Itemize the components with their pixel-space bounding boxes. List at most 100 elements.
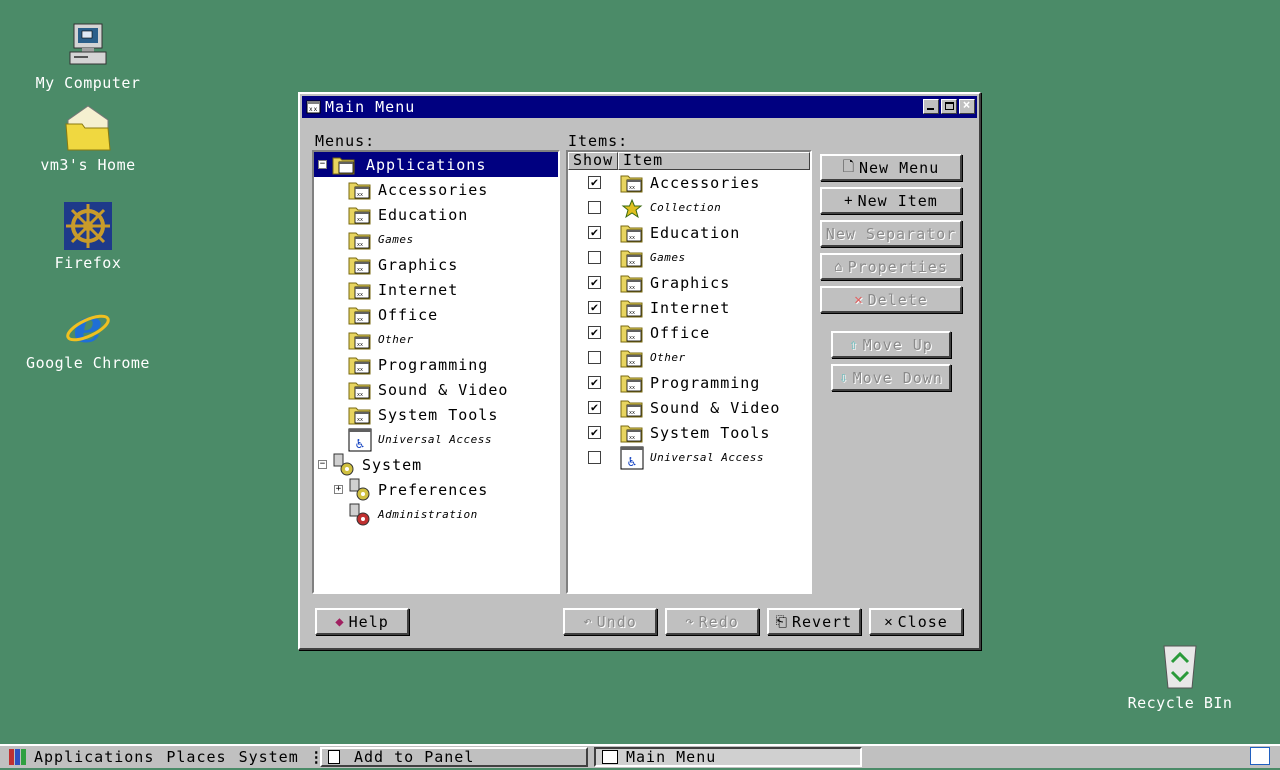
revert-button[interactable]: ⎗ Revert: [767, 608, 861, 635]
list-item[interactable]: xx Graphics: [620, 270, 730, 295]
tree-item[interactable]: xx Other: [348, 327, 414, 352]
tree-item[interactable]: xx Programming: [348, 352, 488, 377]
tree-item[interactable]: xx Sound & Video: [348, 377, 508, 402]
list-item[interactable]: xx Sound & Video: [620, 395, 780, 420]
menus-tree[interactable]: − Applications xx Accessories xx Education xx G…: [312, 150, 560, 594]
show-checkbox[interactable]: ✔: [588, 426, 601, 439]
tree-item-label: Internet: [378, 280, 459, 299]
list-item[interactable]: xx Office: [620, 320, 710, 345]
undo-button[interactable]: ↶ Undo: [563, 608, 657, 635]
show-checkbox[interactable]: ✔: [588, 226, 601, 239]
properties-button[interactable]: ⌂ Properties: [820, 253, 962, 280]
close-x-icon: ✕: [884, 613, 894, 630]
maximize-button[interactable]: [941, 99, 957, 114]
items-list[interactable]: Show Item ✔ xx Accessories Collection ✔ xx Edu…: [566, 150, 812, 594]
close-button[interactable]: ✕ Close: [869, 608, 963, 635]
list-item-label: Other: [650, 351, 686, 364]
list-item[interactable]: xx System Tools: [620, 420, 770, 445]
svg-text:xx: xx: [309, 106, 318, 113]
folder-icon: xx: [348, 178, 372, 202]
new-document-icon: 🗋: [842, 158, 855, 175]
tree-item[interactable]: xx Education: [348, 202, 468, 227]
folder-icon: xx: [348, 403, 372, 427]
tree-expander[interactable]: −: [318, 460, 327, 469]
tree-item[interactable]: Applications: [332, 152, 491, 177]
svg-text:xx: xx: [357, 417, 363, 423]
move-up-button[interactable]: ⇧ Move Up: [831, 331, 951, 358]
taskbar-places-menu[interactable]: Places: [166, 748, 226, 766]
column-header-item[interactable]: Item: [618, 152, 810, 170]
tree-item[interactable]: xx Graphics: [348, 252, 458, 277]
list-item[interactable]: Collection: [620, 195, 721, 220]
maximize-icon: [945, 102, 954, 110]
list-item[interactable]: xx Programming: [620, 370, 760, 395]
list-item[interactable]: xx Internet: [620, 295, 730, 320]
tree-item[interactable]: xx Accessories: [348, 177, 488, 202]
desktop-icon-chrome[interactable]: e Google Chrome: [18, 299, 158, 372]
delete-label: Delete: [867, 290, 928, 309]
tree-item[interactable]: xx System Tools: [348, 402, 498, 427]
help-button[interactable]: ◆ Help: [315, 608, 409, 635]
show-checkbox[interactable]: ✔: [588, 176, 601, 189]
show-checkbox[interactable]: [588, 251, 601, 264]
folder-icon: xx: [620, 396, 644, 420]
notes-applet-icon[interactable]: [1250, 747, 1270, 765]
svg-text:xx: xx: [629, 335, 635, 341]
show-checkbox[interactable]: ✔: [588, 401, 601, 414]
tree-item-label: Programming: [378, 355, 489, 374]
desktop-icon-firefox[interactable]: Firefox: [18, 202, 158, 272]
desktop-icon-my-computer[interactable]: My Computer: [18, 22, 158, 92]
list-item[interactable]: ♿ Universal Access: [620, 445, 764, 470]
tree-item-label: Graphics: [378, 255, 459, 274]
tree-item[interactable]: xx Internet: [348, 277, 458, 302]
redo-button[interactable]: ↷ Redo: [665, 608, 759, 635]
tree-item[interactable]: xx Office: [348, 302, 438, 327]
show-checkbox[interactable]: [588, 451, 601, 464]
properties-icon: ⌂: [834, 258, 844, 275]
desktop-icon-home[interactable]: vm3's Home: [18, 104, 158, 174]
show-checkbox[interactable]: [588, 351, 601, 364]
delete-button[interactable]: ✕ Delete: [820, 286, 962, 313]
task-add-to-panel[interactable]: Add to Panel: [320, 747, 588, 767]
taskbar-applications-menu[interactable]: Applications: [34, 748, 154, 766]
new-item-button[interactable]: + New Item: [820, 187, 962, 214]
show-checkbox[interactable]: ✔: [588, 301, 601, 314]
tree-item[interactable]: xx Games: [348, 227, 414, 252]
show-checkbox[interactable]: ✔: [588, 376, 601, 389]
taskbar-system-menu[interactable]: System: [239, 748, 299, 766]
close-window-button[interactable]: ×: [959, 98, 975, 114]
tree-expander[interactable]: +: [334, 485, 343, 494]
svg-text:xx: xx: [629, 435, 635, 441]
minimize-button[interactable]: [923, 99, 939, 114]
new-separator-button[interactable]: New Separator: [820, 220, 962, 247]
folder-icon: xx: [620, 421, 644, 445]
column-header-show[interactable]: Show: [568, 152, 618, 170]
close-label: Close: [897, 612, 948, 631]
show-checkbox[interactable]: ✔: [588, 276, 601, 289]
svg-text:xx: xx: [629, 360, 635, 366]
move-down-button[interactable]: ⇩ Move Down: [831, 364, 951, 391]
tree-expander[interactable]: −: [318, 160, 327, 169]
tree-item[interactable]: ♿ Universal Access: [348, 427, 492, 452]
folder-icon: xx: [348, 328, 372, 352]
tree-item[interactable]: Administration: [348, 502, 478, 527]
list-item[interactable]: xx Accessories: [620, 170, 760, 195]
list-item[interactable]: xx Games: [620, 245, 686, 270]
window-titlebar[interactable]: xx Main Menu ×: [302, 96, 977, 118]
desktop-icon-recycle-bin[interactable]: Recycle BIn: [1110, 642, 1250, 712]
undo-icon: ↶: [583, 613, 593, 630]
list-item-label: Office: [650, 323, 711, 342]
tree-item[interactable]: System: [332, 452, 422, 477]
list-item[interactable]: xx Other: [620, 345, 686, 370]
svg-text:xx: xx: [357, 317, 363, 323]
show-checkbox[interactable]: [588, 201, 601, 214]
list-item[interactable]: xx Education: [620, 220, 740, 245]
window-title: Main Menu: [325, 98, 416, 116]
task-main-menu[interactable]: Main Menu: [594, 747, 862, 767]
show-checkbox[interactable]: ✔: [588, 326, 601, 339]
arrow-down-icon: ⇩: [839, 369, 849, 386]
new-item-label: New Item: [857, 191, 938, 210]
tree-item[interactable]: Preferences: [348, 477, 488, 502]
svg-text:xx: xx: [629, 235, 635, 241]
new-menu-button[interactable]: 🗋 New Menu: [820, 154, 962, 181]
